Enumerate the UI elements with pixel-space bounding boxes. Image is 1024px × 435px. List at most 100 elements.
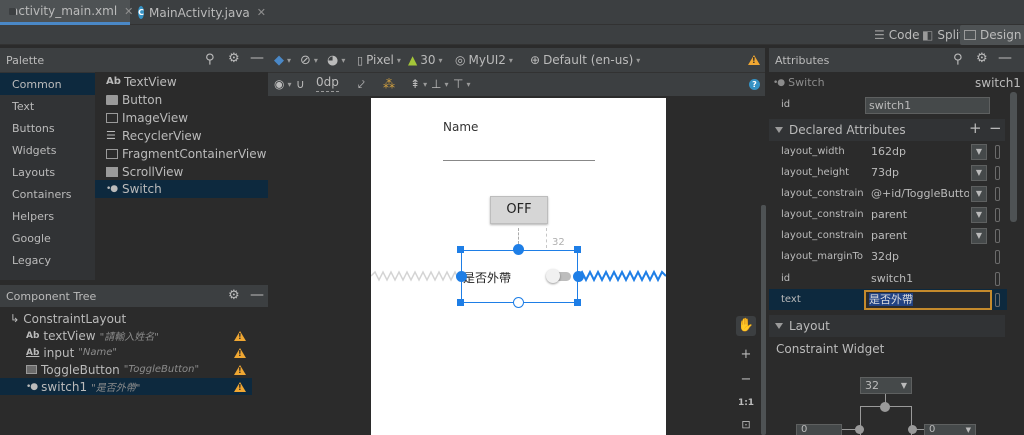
attr-value[interactable]: parent — [871, 229, 907, 242]
resource-picker-icon[interactable] — [995, 166, 1000, 180]
attr-value[interactable]: switch1 — [871, 272, 913, 285]
resource-picker-icon[interactable] — [995, 250, 1000, 264]
help-icon[interactable]: ? — [749, 79, 760, 90]
tab-activity-main-xml[interactable]: activity_main.xml ✕ — [0, 0, 133, 25]
top-anchor[interactable] — [513, 244, 524, 255]
palette-category-text[interactable]: Text — [0, 95, 95, 117]
zoom-in-icon[interactable]: + — [736, 345, 756, 365]
orientation-button[interactable]: ⊘ ▾ — [300, 48, 318, 72]
palette-category-widgets[interactable]: Widgets — [0, 139, 95, 161]
locale-selector[interactable]: ⊕ Default (en-us) ▾ — [530, 48, 640, 72]
zoom-out-icon[interactable]: − — [736, 370, 756, 390]
align-button[interactable]: ⊥ ▾ — [431, 72, 448, 96]
attributes-scrollbar[interactable] — [1010, 92, 1017, 222]
palette-category-google[interactable]: Google — [0, 227, 95, 249]
name-hint-text[interactable]: Name — [443, 120, 478, 134]
resource-picker-icon[interactable] — [995, 229, 1000, 243]
palette-category-buttons[interactable]: Buttons — [0, 117, 95, 139]
attr-value[interactable]: 73dp — [871, 166, 899, 179]
warning-icon[interactable] — [234, 365, 246, 375]
palette-widget-scrollview[interactable]: ScrollView — [95, 163, 268, 181]
id-input[interactable]: switch1 — [865, 97, 990, 114]
search-icon[interactable]: ⚲ — [205, 52, 215, 67]
tree-item-constraintlayout[interactable]: ↳ ConstraintLayout — [0, 310, 252, 327]
left-margin-input[interactable]: 0 — [796, 424, 842, 435]
gear-icon[interactable]: ⚙ — [228, 51, 240, 66]
device-selector[interactable]: ▯ Pixel ▾ — [357, 48, 401, 72]
code-mode-button[interactable]: ☰ Code — [870, 25, 924, 45]
resize-handle[interactable] — [574, 246, 581, 253]
minimize-icon[interactable]: — — [998, 50, 1012, 66]
minimize-icon[interactable]: — — [250, 50, 264, 66]
gear-icon[interactable]: ⚙ — [228, 288, 240, 303]
resource-picker-icon[interactable] — [995, 208, 1000, 222]
left-constraint-dot[interactable] — [855, 425, 864, 434]
palette-widget-recyclerview[interactable]: ☰ RecyclerView — [95, 127, 268, 145]
resize-handle[interactable] — [574, 299, 581, 306]
tab-mainactivity-java[interactable]: C MainActivity.java ✕ — [132, 0, 272, 25]
view-options-button[interactable]: ◉ ▾ — [274, 72, 292, 96]
palette-widget-textview[interactable]: Ab TextView — [95, 73, 268, 91]
design-mode-button[interactable]: Design — [960, 25, 1024, 45]
canvas-scrollbar[interactable] — [761, 205, 766, 435]
resize-handle[interactable] — [457, 246, 464, 253]
api-level-selector[interactable]: ▲ 30 ▾ — [408, 48, 443, 72]
switch-thumb[interactable] — [546, 269, 560, 283]
remove-attribute-icon[interactable]: − — [989, 119, 1002, 137]
chevron-down-icon[interactable]: ▼ — [971, 144, 987, 160]
warning-icon[interactable] — [234, 382, 246, 392]
right-anchor[interactable] — [573, 271, 584, 282]
palette-widget-fragmentcontainerview[interactable]: FragmentContainerView — [95, 145, 268, 163]
top-margin-input[interactable]: 32 ▼ — [860, 377, 912, 394]
bottom-anchor[interactable] — [513, 297, 524, 308]
text-attribute-input[interactable]: 是否外帶 — [864, 290, 992, 310]
zoom-fit-icon[interactable]: ⊡ — [736, 415, 756, 435]
layout-section[interactable]: Layout — [769, 315, 1005, 337]
close-icon[interactable]: ✕ — [257, 6, 266, 19]
add-attribute-icon[interactable]: + — [969, 119, 982, 137]
attr-value[interactable]: 32dp — [871, 250, 899, 263]
palette-category-common[interactable]: Common — [0, 73, 95, 95]
resource-picker-icon[interactable] — [995, 293, 1000, 307]
autoconnect-button[interactable]: ∪ — [296, 72, 305, 96]
tree-item-switch1[interactable]: •● switch1 "是否外帶" — [0, 378, 252, 395]
left-anchor[interactable] — [456, 271, 467, 282]
zoom-actual-size-button[interactable]: 1:1 — [736, 393, 756, 413]
attr-value[interactable]: 162dp — [871, 145, 906, 158]
chevron-down-icon[interactable]: ▼ — [971, 165, 987, 181]
theme-selector[interactable]: ◎ MyUI2 ▾ — [455, 48, 513, 72]
warning-icon[interactable] — [234, 331, 246, 341]
palette-category-helpers[interactable]: Helpers — [0, 205, 95, 227]
pack-button[interactable]: ⊤ ▾ — [453, 72, 470, 96]
gear-icon[interactable]: ⚙ — [976, 51, 988, 66]
tree-item-togglebutton[interactable]: ToggleButton "ToggleButton" — [0, 361, 252, 378]
tree-item-input[interactable]: Ab input "Name" — [0, 344, 252, 361]
attr-value[interactable]: parent — [871, 208, 907, 221]
palette-widget-imageview[interactable]: ImageView — [95, 109, 268, 127]
chevron-down-icon[interactable]: ▼ — [971, 186, 987, 202]
clear-constraints-button[interactable]: ⤦ — [358, 72, 365, 96]
attr-value[interactable]: @+id/ToggleButto — [871, 187, 969, 200]
pan-hand-icon[interactable]: ✋ — [736, 316, 756, 336]
resize-handle[interactable] — [457, 299, 464, 306]
warning-icon[interactable] — [748, 55, 760, 65]
right-margin-input[interactable]: 0 ▼ — [924, 424, 976, 435]
design-surface-button[interactable]: ◆ ▾ — [274, 48, 291, 72]
chevron-down-icon[interactable]: ▼ — [971, 228, 987, 244]
resource-picker-icon[interactable] — [995, 145, 1000, 159]
palette-category-containers[interactable]: Containers — [0, 183, 95, 205]
palette-widget-switch[interactable]: •● Switch — [95, 180, 268, 198]
default-margin-button[interactable]: 0dp — [316, 72, 339, 92]
tree-item-textview[interactable]: Ab textView "請輸入姓名" — [0, 327, 252, 344]
warning-icon[interactable] — [234, 348, 246, 358]
search-icon[interactable]: ⚲ — [953, 52, 963, 67]
chevron-down-icon[interactable]: ▼ — [971, 207, 987, 223]
minimize-icon[interactable]: — — [250, 287, 264, 303]
night-mode-button[interactable]: ◕ ▾ — [327, 48, 345, 72]
toggle-button-preview[interactable]: OFF — [490, 196, 548, 224]
resource-picker-icon[interactable] — [995, 187, 1000, 201]
guidelines-button[interactable]: ⇞ ▾ — [410, 72, 427, 96]
palette-category-legacy[interactable]: Legacy — [0, 249, 95, 271]
resource-picker-icon[interactable] — [995, 272, 1000, 286]
palette-widget-button[interactable]: Button — [95, 91, 268, 109]
